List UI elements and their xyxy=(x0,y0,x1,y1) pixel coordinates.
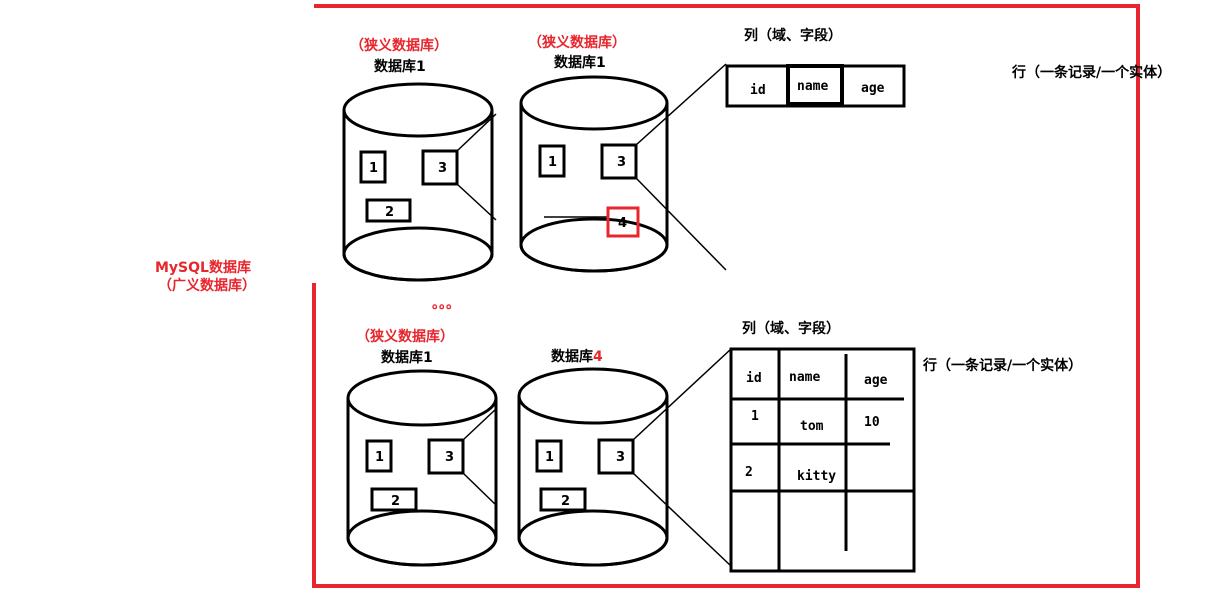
cell-age: 10 xyxy=(864,415,880,430)
cell-name: tom xyxy=(800,419,824,434)
column-header: name xyxy=(789,370,820,385)
mysql-sublabel: （广义数据库） xyxy=(158,277,256,294)
table-number: 3 xyxy=(445,450,454,465)
database-bottom-left: （狭义数据库） 数据库1 1 3 2 xyxy=(346,328,498,567)
column-header: age xyxy=(861,81,885,96)
connector xyxy=(462,472,498,507)
table-number: 3 xyxy=(617,155,626,170)
table-number: 2 xyxy=(385,205,394,220)
table-number: 1 xyxy=(545,450,554,465)
diagram-svg: MySQL数据库 （广义数据库） 。。。 （狭义数据库） 数据库1 1 3 2 … xyxy=(155,4,1171,588)
column-header: id xyxy=(750,83,766,98)
ellipsis: 。。。 xyxy=(432,296,460,312)
column-header: id xyxy=(746,371,762,386)
db-name: 数据库1 xyxy=(374,58,426,75)
table-number: 3 xyxy=(438,161,447,176)
table-number: 2 xyxy=(391,494,400,509)
connector xyxy=(635,177,727,271)
cylinder-bottom xyxy=(519,217,669,273)
cylinder-top xyxy=(342,82,494,138)
db-name: 数据库1 xyxy=(554,54,606,71)
connector xyxy=(456,183,497,221)
table-top: 列（域、字段） 行（一条记录/一个实体） id name age xyxy=(725,27,1171,108)
cylinder-top xyxy=(517,367,669,425)
database-top-right: （狭义数据库） 数据库1 1 3 4 xyxy=(519,34,727,273)
db-name: 数据库4 xyxy=(551,348,603,365)
column-header: age xyxy=(864,373,888,388)
cell-id: 2 xyxy=(745,465,753,480)
cylinder-bottom xyxy=(346,509,498,567)
table-number: 2 xyxy=(561,494,570,509)
table-number: 4 xyxy=(618,216,627,231)
cylinder-top xyxy=(519,75,669,131)
cell-id: 1 xyxy=(751,409,759,424)
database-bottom-right: 数据库4 1 3 2 xyxy=(517,348,732,567)
db-tag: （狭义数据库） xyxy=(356,328,454,345)
table-number: 1 xyxy=(369,161,378,176)
diagram-canvas: MySQL数据库 （广义数据库） 。。。 （狭义数据库） 数据库1 1 3 2 … xyxy=(0,0,1213,608)
mysql-label: MySQL数据库 xyxy=(155,259,251,276)
table-number: 3 xyxy=(616,450,625,465)
db-name: 数据库1 xyxy=(381,349,433,366)
db-tag: （狭义数据库） xyxy=(350,37,448,54)
table-number: 1 xyxy=(548,155,557,170)
db-tag: （狭义数据库） xyxy=(528,34,626,51)
columns-label: 列（域、字段） xyxy=(742,320,840,337)
row-label: 行（一条记录/一个实体） xyxy=(922,357,1082,374)
cylinder-top xyxy=(346,369,498,427)
table-number: 1 xyxy=(375,450,384,465)
row-label: 行（一条记录/一个实体） xyxy=(1011,64,1171,81)
cell-name: kitty xyxy=(797,469,836,484)
column-header: name xyxy=(797,79,828,94)
cylinder-bottom xyxy=(517,509,669,567)
table-bottom: 列（域、字段） 行（一条记录/一个实体） id name age 1 tom 1… xyxy=(729,320,1082,573)
cylinder-bottom xyxy=(342,226,494,282)
database-top-left: （狭义数据库） 数据库1 1 3 2 xyxy=(342,37,497,282)
columns-label: 列（域、字段） xyxy=(744,27,842,44)
